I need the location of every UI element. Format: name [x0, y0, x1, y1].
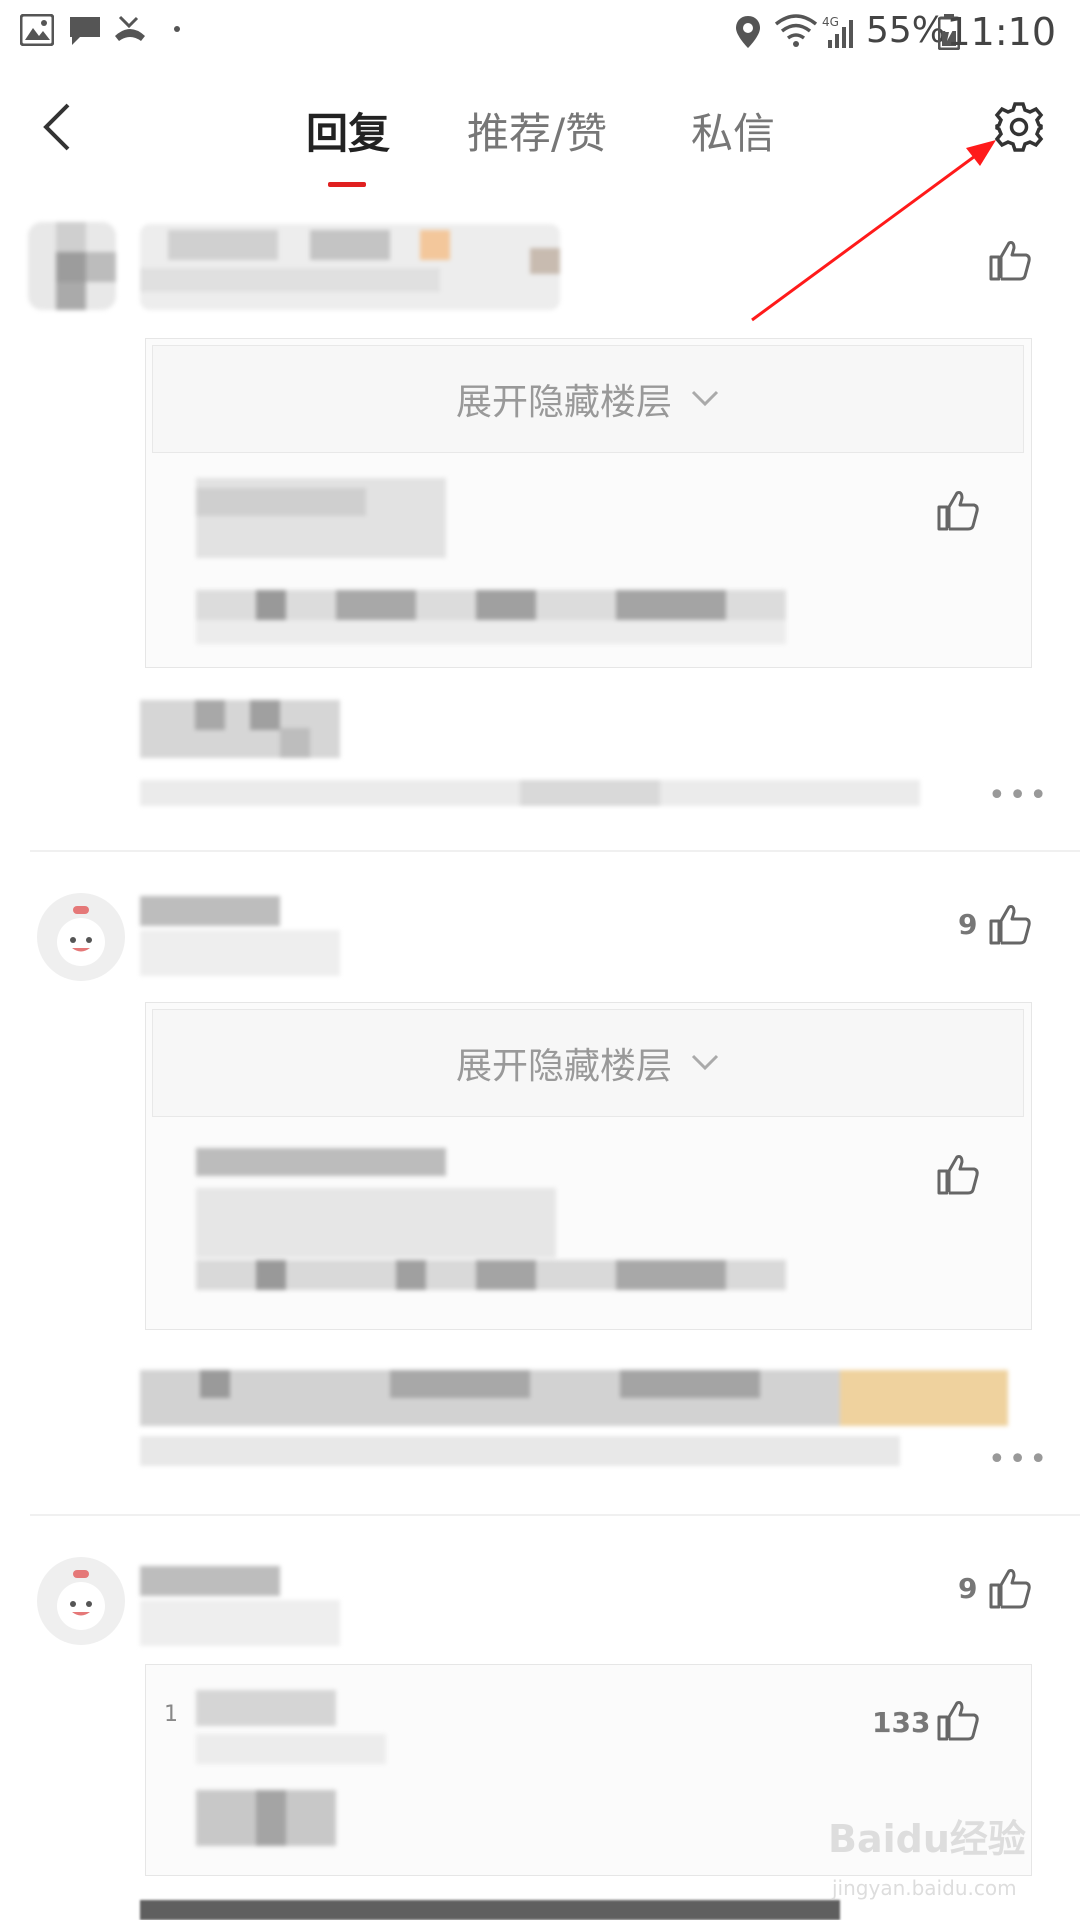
thumbs-up-icon[interactable] — [936, 488, 980, 532]
notification-dot — [174, 26, 180, 32]
expand-label: 展开隐藏楼层 — [455, 1046, 672, 1087]
tab-recommend-like[interactable]: 推荐/赞 — [467, 100, 607, 161]
annotation-arrow — [751, 140, 996, 322]
quoted-reply-blurred — [196, 1690, 396, 1854]
avatar[interactable] — [28, 222, 116, 310]
watermark-brand: Baidu经验 — [828, 1817, 1026, 1861]
like-count: 9 — [958, 1572, 978, 1605]
divider — [30, 1514, 1080, 1516]
location-icon — [736, 16, 760, 48]
avatar[interactable] — [36, 1556, 126, 1646]
username-blurred — [140, 224, 560, 310]
thumbs-up-icon[interactable] — [988, 1566, 1032, 1610]
expand-hidden-floors-button[interactable]: 展开隐藏楼层 — [152, 1009, 1024, 1117]
quote-floor-index: 1 — [164, 1702, 178, 1727]
back-arrow-icon[interactable] — [40, 102, 74, 152]
quoted-reply-blurred — [196, 478, 786, 648]
more-dots-icon[interactable]: ••• — [988, 778, 1050, 813]
thumbs-up-icon[interactable] — [936, 1698, 980, 1742]
quoted-reply-blurred — [196, 1148, 786, 1294]
like-count: 9 — [958, 908, 978, 941]
message-icon — [70, 17, 100, 45]
wifi-icon — [774, 14, 818, 47]
gallery-icon — [20, 14, 54, 46]
more-dots-icon[interactable]: ••• — [988, 1442, 1050, 1477]
divider — [30, 850, 1080, 852]
expand-hidden-floors-button[interactable]: 展开隐藏楼层 — [152, 345, 1024, 453]
reply-text-blurred — [140, 700, 340, 760]
avatar[interactable] — [36, 892, 126, 982]
battery-percent: 55% — [866, 10, 947, 51]
tab-reply[interactable]: 回复 — [306, 100, 390, 161]
username-blurred — [140, 1566, 340, 1650]
expand-label: 展开隐藏楼层 — [455, 382, 672, 423]
username-blurred — [140, 896, 340, 980]
thumbs-up-icon[interactable] — [988, 902, 1032, 946]
thumbs-up-icon[interactable] — [988, 238, 1032, 282]
thumbs-up-icon[interactable] — [936, 1152, 980, 1196]
signal-4g-icon: 4G — [822, 15, 853, 48]
active-tab-indicator — [328, 182, 366, 187]
clock: 11:10 — [946, 10, 1056, 54]
missed-call-icon — [115, 15, 145, 41]
quote-like-count: 133 — [872, 1706, 931, 1739]
reply-text-partial — [140, 1900, 840, 1920]
status-bar: 4G 55% 11:10 — [0, 0, 1080, 60]
reply-text-blurred — [140, 1370, 1008, 1480]
svg-text:4G: 4G — [822, 15, 839, 29]
chevron-down-icon — [691, 1054, 719, 1071]
watermark-url: jingyan.baidu.com — [832, 1876, 1017, 1900]
chevron-down-icon — [691, 390, 719, 407]
reply-meta-blurred — [140, 770, 920, 816]
